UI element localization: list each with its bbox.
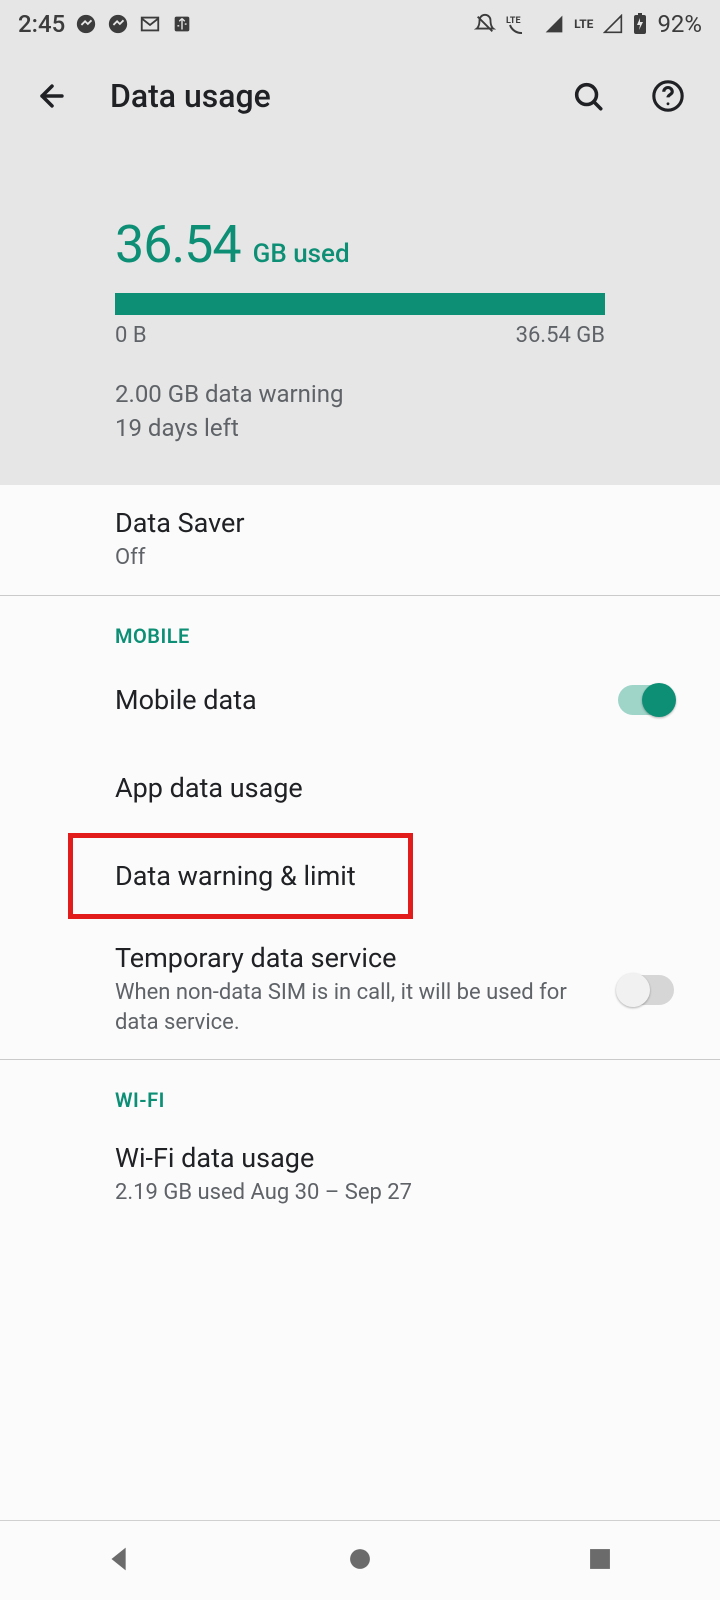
messenger-icon [75, 13, 97, 35]
lte-text-icon: LTE [574, 17, 593, 31]
help-button[interactable] [646, 74, 690, 118]
usage-bar-max: 36.54 GB [516, 323, 605, 348]
row-data-saver[interactable]: Data Saver Off [0, 485, 720, 595]
data-saver-sub: Off [115, 543, 686, 573]
row-app-data-usage[interactable]: App data usage [0, 744, 720, 832]
mobile-data-title: Mobile data [115, 684, 602, 716]
data-warning-limit-title: Data warning & limit [115, 860, 686, 892]
gmail-icon [139, 13, 161, 35]
divider [0, 595, 720, 596]
divider [0, 1059, 720, 1060]
signal-empty-icon [603, 14, 623, 34]
usage-bar-min: 0 B [115, 323, 147, 348]
usb-icon [171, 13, 193, 35]
nav-recent-button[interactable] [583, 1542, 617, 1580]
page-title: Data usage [110, 77, 530, 115]
temporary-toggle[interactable] [618, 975, 674, 1005]
usage-days-left: 19 days left [115, 412, 605, 446]
data-saver-title: Data Saver [115, 507, 686, 539]
battery-charging-icon [633, 13, 647, 35]
nav-back-button[interactable] [103, 1542, 137, 1580]
battery-pct: 92% [657, 10, 702, 38]
search-button[interactable] [566, 74, 610, 118]
wifi-usage-title: Wi-Fi data usage [115, 1142, 686, 1174]
back-button[interactable] [30, 74, 74, 118]
row-data-warning-limit[interactable]: Data warning & limit [0, 832, 720, 920]
messenger-icon [107, 13, 129, 35]
usage-summary: 36.54 GB used 0 B 36.54 GB 2.00 GB data … [0, 144, 720, 485]
signal-icon [544, 14, 564, 34]
svg-text:LTE: LTE [506, 16, 521, 26]
status-bar: 2:45 LTE LTE [0, 0, 720, 48]
section-wifi: WI-FI [0, 1060, 720, 1120]
section-mobile: MOBILE [0, 596, 720, 656]
temporary-sub: When non-data SIM is in call, it will be… [115, 978, 602, 1037]
row-mobile-data[interactable]: Mobile data [0, 656, 720, 744]
wifi-usage-sub: 2.19 GB used Aug 30 – Sep 27 [115, 1178, 686, 1208]
usage-amount: 36.54 [115, 214, 241, 275]
app-bar: Data usage [0, 48, 720, 144]
app-data-usage-title: App data usage [115, 772, 686, 804]
usage-warning-line: 2.00 GB data warning [115, 378, 605, 412]
system-nav-bar [0, 1520, 720, 1600]
volte-icon: LTE [506, 13, 534, 35]
usage-progress-bar [115, 293, 605, 315]
row-temporary-data-service[interactable]: Temporary data service When non-data SIM… [0, 920, 720, 1059]
nav-home-button[interactable] [343, 1542, 377, 1580]
row-wifi-data-usage[interactable]: Wi-Fi data usage 2.19 GB used Aug 30 – S… [0, 1120, 720, 1230]
dnd-icon [474, 13, 496, 35]
status-time: 2:45 [18, 10, 65, 38]
mobile-data-toggle[interactable] [618, 685, 674, 715]
usage-unit: GB used [253, 239, 350, 269]
temporary-title: Temporary data service [115, 942, 602, 974]
